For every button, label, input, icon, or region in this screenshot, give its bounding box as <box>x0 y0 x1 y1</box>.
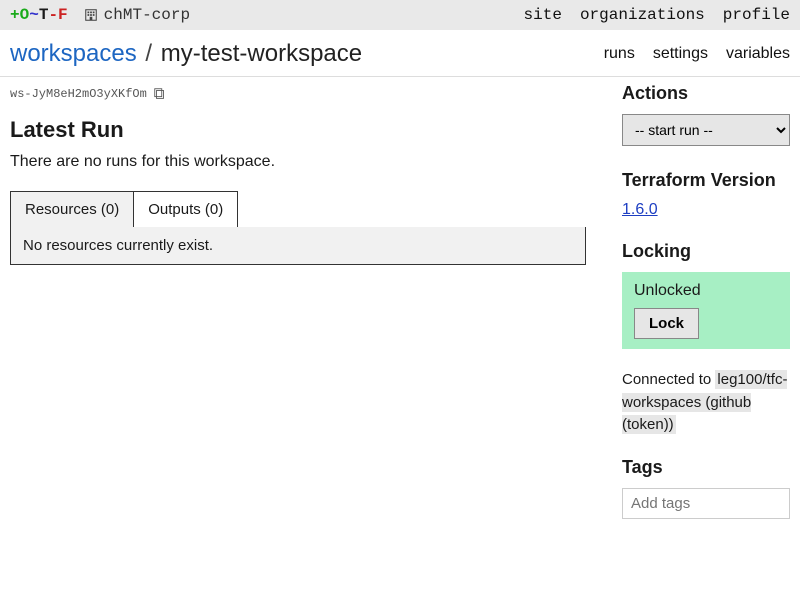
tab-resources[interactable]: Resources (0) <box>10 191 134 227</box>
vcs-prefix: Connected to <box>622 371 715 388</box>
sidebar: Actions -- start run -- Terraform Versio… <box>622 83 790 519</box>
terraform-version-heading: Terraform Version <box>622 170 790 191</box>
main-column: ws-JyM8eH2mO3yXKfOm Latest Run There are… <box>10 83 602 519</box>
content: ws-JyM8eH2mO3yXKfOm Latest Run There are… <box>0 77 800 529</box>
topbar-nav: site organizations profile <box>524 6 790 24</box>
workspace-subnav: runs settings variables <box>604 45 790 63</box>
nav-profile[interactable]: profile <box>723 6 790 24</box>
vcs-connection: Connected to leg100/tfc-workspaces (gith… <box>622 369 790 437</box>
workspace-header: workspaces / my-test-workspace runs sett… <box>0 30 800 77</box>
subnav-runs[interactable]: runs <box>604 45 635 63</box>
org-selector[interactable]: chMT-corp <box>84 6 190 24</box>
breadcrumb-workspaces-link[interactable]: workspaces <box>10 40 137 67</box>
brand-logo: +O~T-F <box>10 6 68 24</box>
topbar-left: +O~T-F chMT-corp <box>10 6 190 24</box>
copy-icon[interactable] <box>153 87 167 101</box>
breadcrumb: workspaces / my-test-workspace <box>10 40 362 68</box>
building-icon <box>84 8 98 22</box>
subnav-variables[interactable]: variables <box>726 45 790 63</box>
topbar: +O~T-F chMT-corp site organizations prof… <box>0 0 800 30</box>
latest-run-heading: Latest Run <box>10 117 602 143</box>
tabs-container: Resources (0) Outputs (0) No resources c… <box>10 191 602 265</box>
brand-tilde: ~ <box>29 6 39 24</box>
actions-heading: Actions <box>622 83 790 104</box>
breadcrumb-separator: / <box>145 40 152 67</box>
nav-organizations[interactable]: organizations <box>580 6 705 24</box>
locking-heading: Locking <box>622 241 790 262</box>
brand-o: O <box>20 6 30 24</box>
brand-plus: + <box>10 6 20 24</box>
lock-status: Unlocked <box>634 282 778 300</box>
brand-f: F <box>58 6 68 24</box>
tags-heading: Tags <box>622 457 790 478</box>
tags-input[interactable] <box>622 488 790 519</box>
brand-t: T <box>39 6 49 24</box>
org-name: chMT-corp <box>104 6 190 24</box>
brand-dash: - <box>48 6 58 24</box>
lock-button[interactable]: Lock <box>634 308 699 339</box>
latest-run-empty: There are no runs for this workspace. <box>10 153 602 171</box>
tabs-header: Resources (0) Outputs (0) <box>10 191 237 228</box>
start-run-select[interactable]: -- start run -- <box>622 114 790 146</box>
subnav-settings[interactable]: settings <box>653 45 708 63</box>
tab-panel-resources: No resources currently exist. <box>10 227 586 265</box>
lock-status-box: Unlocked Lock <box>622 272 790 349</box>
workspace-name: my-test-workspace <box>161 40 362 67</box>
terraform-version-link[interactable]: 1.6.0 <box>622 201 658 219</box>
workspace-id: ws-JyM8eH2mO3yXKfOm <box>10 87 147 101</box>
workspace-id-row: ws-JyM8eH2mO3yXKfOm <box>10 83 602 117</box>
nav-site[interactable]: site <box>524 6 562 24</box>
tab-outputs[interactable]: Outputs (0) <box>133 191 238 227</box>
